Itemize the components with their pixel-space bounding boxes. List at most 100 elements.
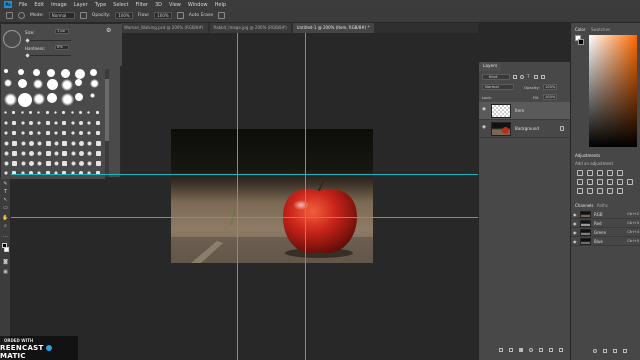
curves-icon[interactable] (597, 170, 603, 176)
background-color-swatch[interactable] (4, 247, 9, 252)
delete-channel-icon[interactable] (623, 349, 627, 353)
brush-preset-icon[interactable] (18, 12, 25, 19)
brush-tip-swatch[interactable] (62, 141, 68, 146)
brush-tip-swatch[interactable] (79, 121, 83, 125)
brush-settings-gear-icon[interactable]: ⚙ (106, 28, 112, 34)
brush-tip-swatch[interactable] (70, 151, 76, 156)
brush-tip-swatch[interactable] (4, 79, 12, 87)
new-channel-icon[interactable] (613, 349, 617, 353)
hardness-slider[interactable] (25, 55, 71, 56)
brush-tip-swatch[interactable] (45, 141, 51, 146)
tab-untitled-1[interactable]: Untitled-1 @ 200% (Item, RGB/8#) * (292, 23, 374, 33)
posterize-icon[interactable] (587, 188, 593, 194)
brush-tip-swatch[interactable] (4, 141, 9, 146)
hardness-field[interactable]: 0% (55, 45, 69, 50)
brush-tip-swatch[interactable] (29, 131, 33, 135)
brush-tip-swatch[interactable] (70, 121, 75, 125)
menu-3d[interactable]: 3D (155, 2, 162, 8)
visibility-eye-icon[interactable]: ◉ (573, 221, 577, 226)
menu-layer[interactable]: Layer (74, 2, 88, 8)
brush-tip-swatch[interactable] (18, 79, 28, 88)
brush-tip-swatch[interactable] (61, 79, 74, 91)
brush-tip-swatch[interactable] (87, 111, 91, 114)
document-canvas[interactable] (171, 129, 373, 263)
pressure-opacity-icon[interactable] (79, 12, 87, 19)
horizontal-guide[interactable] (11, 217, 478, 218)
levels-icon[interactable] (587, 170, 593, 176)
load-selection-icon[interactable] (593, 349, 597, 353)
exposure-icon[interactable] (607, 170, 613, 176)
quick-mask-icon[interactable]: ◙ (2, 259, 9, 265)
brush-tip-swatch[interactable] (12, 161, 18, 166)
brush-tip-swatch[interactable] (54, 121, 58, 125)
brush-tip-swatch[interactable] (62, 151, 68, 156)
brush-tip-swatch[interactable] (79, 141, 84, 146)
tab-paths[interactable]: Paths (597, 203, 608, 208)
new-group-icon[interactable] (539, 348, 543, 352)
tab-layers[interactable]: Layers (479, 62, 502, 71)
channel-row-red[interactable]: ◉ Red Ctrl+3 (571, 219, 640, 228)
brush-tip-swatch[interactable] (87, 131, 92, 135)
kind-filter-select[interactable]: Kind (482, 74, 510, 80)
tab-channels[interactable]: Channels (575, 203, 594, 208)
menu-select[interactable]: Select (113, 2, 128, 8)
photo-filter-icon[interactable] (607, 179, 613, 185)
layer-opacity-field[interactable]: 100% (543, 84, 557, 90)
size-slider[interactable] (25, 40, 71, 41)
brush-tip-swatch[interactable] (4, 111, 7, 114)
color-picker-field[interactable] (589, 35, 637, 147)
brush-tip-swatch[interactable] (37, 151, 43, 156)
zoom-tool-icon[interactable]: ⌕ (2, 223, 9, 229)
brush-tip-swatch[interactable] (20, 161, 26, 166)
vertical-guide[interactable] (237, 33, 238, 360)
brush-tip-swatch[interactable] (4, 121, 8, 125)
brush-tip-swatch[interactable] (4, 161, 9, 166)
brush-tip-swatch[interactable] (62, 131, 67, 135)
brush-tip-swatch[interactable] (54, 141, 59, 146)
visibility-eye-icon[interactable]: ◉ (482, 125, 487, 130)
brush-tip-swatch[interactable] (95, 141, 101, 146)
save-selection-icon[interactable] (603, 349, 607, 353)
brush-tip-swatch[interactable] (79, 151, 84, 156)
type-tool-icon[interactable]: T (2, 189, 9, 195)
brush-tip-swatch[interactable] (75, 79, 83, 86)
trash-icon[interactable] (559, 348, 563, 352)
filter-smart-object-icon[interactable] (541, 75, 545, 79)
brush-grid-scrollbar[interactable] (105, 69, 109, 177)
filter-type-icon[interactable]: T (527, 75, 531, 79)
brush-tip-swatch[interactable] (70, 111, 74, 114)
brush-tip-swatch[interactable] (62, 161, 68, 166)
brush-tip-swatch[interactable] (89, 93, 95, 98)
brush-tip-swatch[interactable] (20, 131, 25, 135)
brightness-contrast-icon[interactable] (577, 170, 583, 176)
rectangle-tool-icon[interactable]: ▭ (2, 205, 9, 211)
brush-tip-swatch[interactable] (87, 121, 92, 125)
brush-tip-swatch[interactable] (70, 141, 76, 146)
pressure-size-icon[interactable] (218, 12, 226, 19)
brush-tip-swatch[interactable] (95, 111, 99, 114)
hand-tool-icon[interactable]: ✋ (2, 215, 9, 221)
brush-tip-swatch[interactable] (54, 111, 57, 114)
brush-tip-swatch[interactable] (37, 131, 42, 135)
hardness-slider-knob[interactable] (25, 53, 30, 58)
channel-row-rgb[interactable]: ◉ RGB Ctrl+2 (571, 210, 640, 219)
tab-rabbit-image[interactable]: Rabbit_Image.jpg @ 200% (RGB/8#) (209, 23, 291, 33)
eraser-tool-icon[interactable] (6, 12, 13, 19)
pen-tool-icon[interactable]: ✎ (2, 181, 9, 187)
brush-tip-swatch[interactable] (46, 79, 58, 90)
brush-tip-swatch[interactable] (70, 161, 76, 166)
path-selection-icon[interactable]: ↖ (2, 197, 9, 203)
link-layers-icon[interactable] (499, 348, 503, 352)
new-layer-icon[interactable] (549, 348, 553, 352)
menu-file[interactable]: File (19, 2, 27, 8)
brush-tip-swatch[interactable] (89, 79, 99, 88)
horizontal-guide[interactable] (11, 174, 478, 175)
flow-field[interactable]: 100% (154, 12, 172, 19)
brush-tip-swatch[interactable] (12, 121, 17, 125)
menu-filter[interactable]: Filter (136, 2, 148, 8)
channel-row-green[interactable]: ◉ Green Ctrl+4 (571, 228, 640, 237)
brush-tip-swatch[interactable] (12, 111, 16, 114)
brush-tip-swatch[interactable] (18, 69, 25, 75)
auto-erase-checkbox[interactable]: Auto Erase (189, 13, 213, 18)
hue-saturation-icon[interactable] (577, 179, 583, 185)
